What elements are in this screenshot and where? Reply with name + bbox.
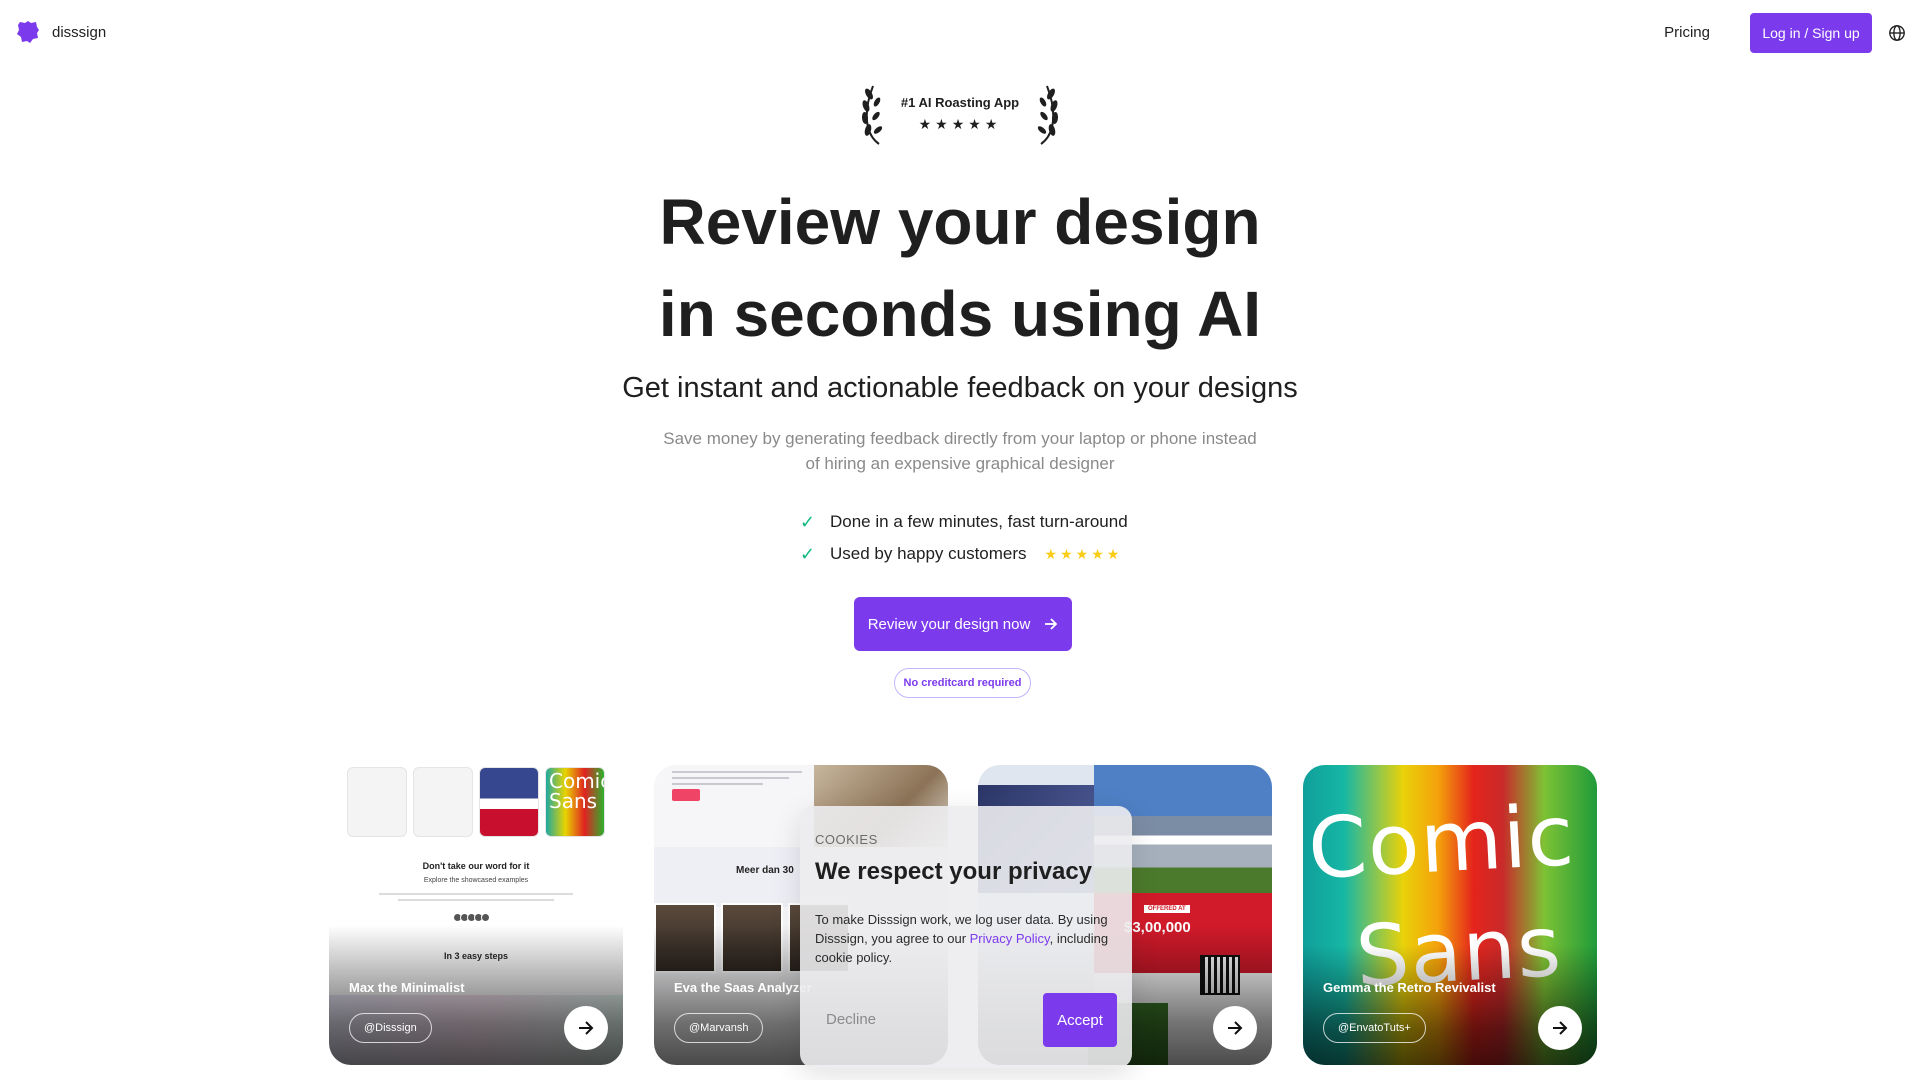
cookie-label: COOKIES [815,832,878,847]
card-title: Gemma the Retro Revivalist [1323,980,1496,995]
nav-pricing-link[interactable]: Pricing [1664,24,1710,41]
card-open-button[interactable] [564,1006,608,1050]
login-signup-button[interactable]: Log in / Sign up [1750,13,1872,53]
preview-text-lines [379,893,573,905]
globe-icon[interactable] [1888,24,1906,42]
decline-button[interactable]: Decline [826,1011,876,1028]
no-creditcard-badge: No creditcard required [894,668,1031,698]
check-icon: ✓ [800,543,816,564]
arrow-right-icon [1553,1021,1568,1035]
preview-avatars [453,913,490,922]
privacy-policy-link[interactable]: Privacy Policy [970,931,1050,946]
mini-preview [479,767,539,837]
laurel-right-icon [1037,85,1059,145]
mini-preview [347,767,407,837]
preview-text-lines [672,771,802,789]
showcase-card[interactable]: Comic Sans Don't take our word for it Ex… [329,765,623,1065]
preview-subheading: Explore the showcased examples [423,877,529,884]
award-badge: #1 AI Roasting App ★★★★★ [0,82,1920,146]
mini-preview [413,767,473,837]
hero-description-line2: of hiring an expensive graphical designe… [805,454,1115,473]
laurel-left-icon [861,85,883,145]
cookie-title: We respect your privacy [815,858,1093,885]
card-author-tag[interactable]: @Disssign [349,1013,432,1043]
feature-item: ✓ Done in a few minutes, fast turn-aroun… [800,506,1128,538]
hero-title: Review your design in seconds using AI [0,176,1920,360]
preview-steps-heading: In 3 easy steps [443,951,509,961]
card-open-button[interactable] [1213,1006,1257,1050]
feature-list: ✓ Done in a few minutes, fast turn-aroun… [800,506,1128,570]
hero-description: Save money by generating feedback direct… [0,426,1920,476]
award-text: #1 AI Roasting App [900,95,1020,110]
hero-description-line1: Save money by generating feedback direct… [663,429,1257,448]
hero-title-line1: Review your design [659,186,1261,258]
card-author-tag[interactable]: @Marvansh [674,1013,764,1043]
check-icon: ✓ [800,511,816,532]
cta-label: Review your design now [867,615,1031,633]
card-author-tag[interactable]: @EnvatoTuts+ [1323,1013,1426,1043]
card-title: Max the Minimalist [349,980,465,995]
feature-text: Done in a few minutes, fast turn-around [830,512,1128,531]
mini-preview: Comic Sans [545,767,605,837]
brand-logo[interactable]: disssign [16,20,106,44]
arrow-right-icon [579,1021,594,1035]
card-open-button[interactable] [1538,1006,1582,1050]
cookie-consent-dialog: COOKIES We respect your privacy To make … [800,806,1132,1068]
feature-text: Used by happy customers [830,544,1027,563]
rating-stars: ★★★★★ [1044,545,1123,562]
mini-previews: Comic Sans [347,767,605,837]
arrow-right-icon [1045,618,1058,630]
cookie-body: To make Disssign work, we log user data.… [815,912,1109,965]
showcase-card[interactable]: Comic Sans Gemma the Retro Revivalist @E… [1303,765,1597,1065]
hero-subtitle: Get instant and actionable feedback on y… [622,372,1298,404]
arrow-right-icon [1228,1021,1243,1035]
preview-button [672,789,700,801]
top-navbar: disssign Pricing Log in / Sign up [0,0,1920,64]
preview-heading: Meer dan 30 [736,865,794,876]
preview-heading: Don't take our word for it [422,861,530,871]
card-title: Eva the Saas Analyzer [674,980,812,995]
review-design-button[interactable]: Review your design now [854,597,1072,651]
brand-name: disssign [52,23,107,41]
logo-icon [17,21,39,43]
award-stars: ★★★★★ [918,116,1002,132]
feature-item: ✓ Used by happy customers ★★★★★ [800,538,1128,570]
preview-offered-label: OFFERED AT [1144,905,1190,913]
accept-button[interactable]: Accept [1043,993,1117,1047]
hero-title-line2: in seconds using AI [658,278,1262,350]
